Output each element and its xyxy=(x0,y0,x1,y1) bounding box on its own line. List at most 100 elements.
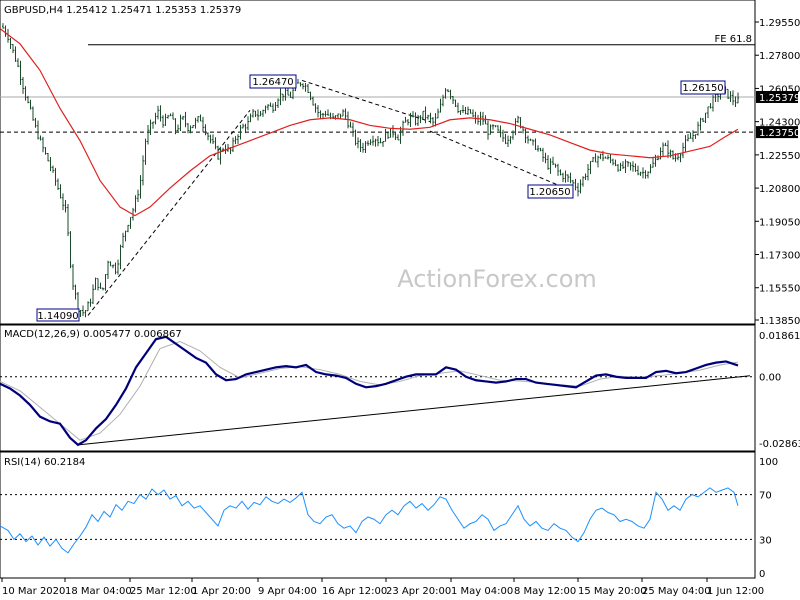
price-bar xyxy=(644,170,647,179)
price-bar xyxy=(517,115,519,124)
price-bar xyxy=(507,135,509,148)
price-bar xyxy=(267,104,269,111)
macd-panel-frame xyxy=(0,324,756,452)
price-bar xyxy=(624,159,627,173)
price-bar xyxy=(447,89,449,93)
price-bar xyxy=(619,162,622,172)
fe-level-label: FE 61.8 xyxy=(714,34,752,45)
price-bar xyxy=(24,86,27,101)
price-bar xyxy=(309,91,312,101)
price-bar xyxy=(467,106,469,115)
price-bar xyxy=(79,309,82,318)
price-bar xyxy=(379,137,382,144)
price-bar xyxy=(432,116,434,127)
moving-average-line xyxy=(0,28,739,217)
price-bar xyxy=(272,103,274,113)
price-bar xyxy=(684,135,687,153)
price-bar xyxy=(57,178,59,190)
price-bar xyxy=(344,108,347,120)
price-tick-label: 1.27800 xyxy=(759,51,800,62)
price-bar xyxy=(59,184,62,199)
current-price-value: 1.25379 xyxy=(759,93,800,104)
annotation-label: 1.26150 xyxy=(682,83,723,94)
price-bar xyxy=(617,164,619,172)
price-bar xyxy=(614,159,617,167)
price-bar xyxy=(442,94,444,107)
time-tick-label: 18 Mar 04:00 xyxy=(65,586,132,597)
price-bar xyxy=(472,109,474,117)
price-bar xyxy=(524,128,527,144)
price-bar xyxy=(489,124,492,135)
price-bar xyxy=(139,175,142,199)
price-bar xyxy=(274,101,277,111)
price-bar xyxy=(604,156,607,159)
price-bar xyxy=(527,135,529,144)
price-bar xyxy=(657,155,659,161)
price-bar xyxy=(167,114,169,119)
price-bar xyxy=(179,114,182,131)
annotation-label: 1.20650 xyxy=(529,187,570,198)
price-bar xyxy=(654,154,657,167)
macd-signal-line xyxy=(0,340,739,441)
price-bar xyxy=(514,118,517,136)
price-bar xyxy=(564,170,567,183)
price-bar xyxy=(622,161,624,169)
price-bar xyxy=(542,147,544,162)
price-bar xyxy=(629,162,632,171)
price-bar xyxy=(199,114,202,122)
time-tick-label: 10 Mar 2020 xyxy=(2,586,65,597)
price-bar xyxy=(72,263,74,291)
price-bar xyxy=(537,145,539,152)
price-bar xyxy=(337,113,339,119)
price-bar xyxy=(372,135,374,146)
price-bar xyxy=(492,124,494,130)
price-bar xyxy=(659,147,662,160)
macd-tick-zero: 0.00 xyxy=(759,373,781,384)
time-tick-label: 25 Mar 12:00 xyxy=(130,586,197,597)
price-bar xyxy=(109,261,112,267)
macd-tick-top: 0.018615 xyxy=(759,331,800,342)
price-bar xyxy=(549,158,552,174)
annotation-label: 1.14090 xyxy=(37,311,78,322)
price-bar xyxy=(354,129,357,146)
price-bar xyxy=(82,305,84,317)
price-bar xyxy=(392,125,394,138)
price-bar xyxy=(339,113,342,119)
price-bar xyxy=(92,284,94,305)
price-bar xyxy=(599,153,602,160)
price-bar xyxy=(232,137,234,153)
annotation-low-2: 1.20650 xyxy=(527,184,574,199)
price-bar xyxy=(169,113,172,117)
price-bar xyxy=(594,153,597,163)
price-bar xyxy=(172,112,174,120)
price-bar xyxy=(74,284,77,300)
price-bar xyxy=(22,76,24,94)
price-bar xyxy=(487,120,489,140)
price-bar xyxy=(42,136,44,153)
price-bar xyxy=(32,106,34,121)
price-bar xyxy=(577,182,579,197)
rsi-tick-label: 30 xyxy=(759,535,772,546)
price-bar xyxy=(297,78,299,84)
forex-chart: ActionForex.com FE 61.8 1.26470 1.14090 … xyxy=(0,0,800,597)
price-bar xyxy=(529,138,532,141)
price-bar xyxy=(412,111,414,118)
price-panel: FE 61.8 1.26470 1.14090 1.20650 1.26150 xyxy=(0,23,755,322)
price-bar xyxy=(107,260,109,280)
annotation-high-2: 1.26150 xyxy=(680,80,726,95)
price-bar xyxy=(317,105,319,118)
price-bar xyxy=(562,172,564,183)
time-tick-label: 15 May 20:00 xyxy=(578,586,647,597)
price-bar xyxy=(259,111,262,117)
price-bar xyxy=(607,154,609,160)
price-bar xyxy=(227,143,229,152)
price-bar xyxy=(494,125,497,128)
price-bar xyxy=(127,224,129,233)
price-bar xyxy=(47,152,49,162)
price-bar xyxy=(19,60,22,86)
price-bar xyxy=(264,105,267,114)
price-bar xyxy=(122,232,124,249)
price-bar xyxy=(162,115,164,128)
price-bar xyxy=(12,44,14,54)
price-bar xyxy=(704,112,707,124)
